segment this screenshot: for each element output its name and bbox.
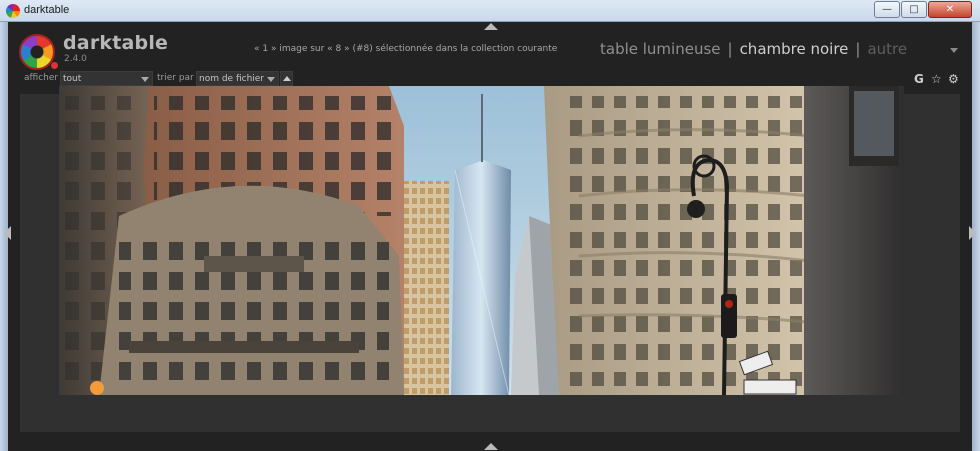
- maximize-button[interactable]: □: [901, 1, 927, 18]
- minimize-button[interactable]: —: [874, 1, 900, 18]
- darktable-app-icon: [6, 4, 20, 18]
- views-dropdown-arrow-icon[interactable]: [950, 48, 958, 53]
- darktable-logo-icon: [19, 34, 55, 70]
- show-filter-select[interactable]: tout: [60, 71, 153, 86]
- sort-select[interactable]: nom de fichier: [196, 71, 279, 86]
- star-icon[interactable]: ☆: [931, 72, 942, 86]
- window-titlebar: darktable — □ ✕: [0, 0, 980, 22]
- window-title: darktable: [24, 4, 70, 16]
- image-preview[interactable]: [59, 86, 904, 395]
- gear-icon[interactable]: ⚙: [948, 72, 959, 86]
- view-separator: |: [855, 40, 861, 58]
- toggle-left-panel-arrow[interactable]: [4, 226, 11, 240]
- show-label: afficher: [24, 73, 59, 83]
- grouping-g-icon[interactable]: G: [914, 72, 924, 86]
- show-filter-value: tout: [63, 74, 82, 84]
- toggle-bottom-panel-arrow[interactable]: [484, 443, 498, 450]
- chevron-down-icon: [267, 77, 275, 82]
- sort-value: nom de fichier: [199, 74, 265, 84]
- logo-dot: [51, 62, 58, 69]
- view-lighttable[interactable]: table lumineuse: [600, 40, 721, 58]
- cityscape-photo: [59, 86, 904, 395]
- view-darkroom[interactable]: chambre noire: [740, 40, 849, 58]
- toggle-top-panel-arrow[interactable]: [484, 23, 498, 30]
- window-controls: — □ ✕: [873, 1, 972, 18]
- view-switcher: table lumineuse | chambre noire | autre: [600, 40, 907, 58]
- sort-label: trier par: [157, 73, 194, 83]
- sort-ascending-icon[interactable]: [280, 71, 293, 86]
- view-separator: |: [727, 40, 733, 58]
- chevron-down-icon: [141, 77, 149, 82]
- toggle-right-panel-arrow[interactable]: [969, 226, 976, 240]
- view-other[interactable]: autre: [867, 40, 907, 58]
- app-name: darktable: [63, 32, 169, 54]
- close-button[interactable]: ✕: [928, 1, 972, 18]
- collection-info: « 1 » image sur « 8 » (#8) sélectionnée …: [254, 44, 558, 54]
- app-version: 2.4.0: [64, 54, 87, 64]
